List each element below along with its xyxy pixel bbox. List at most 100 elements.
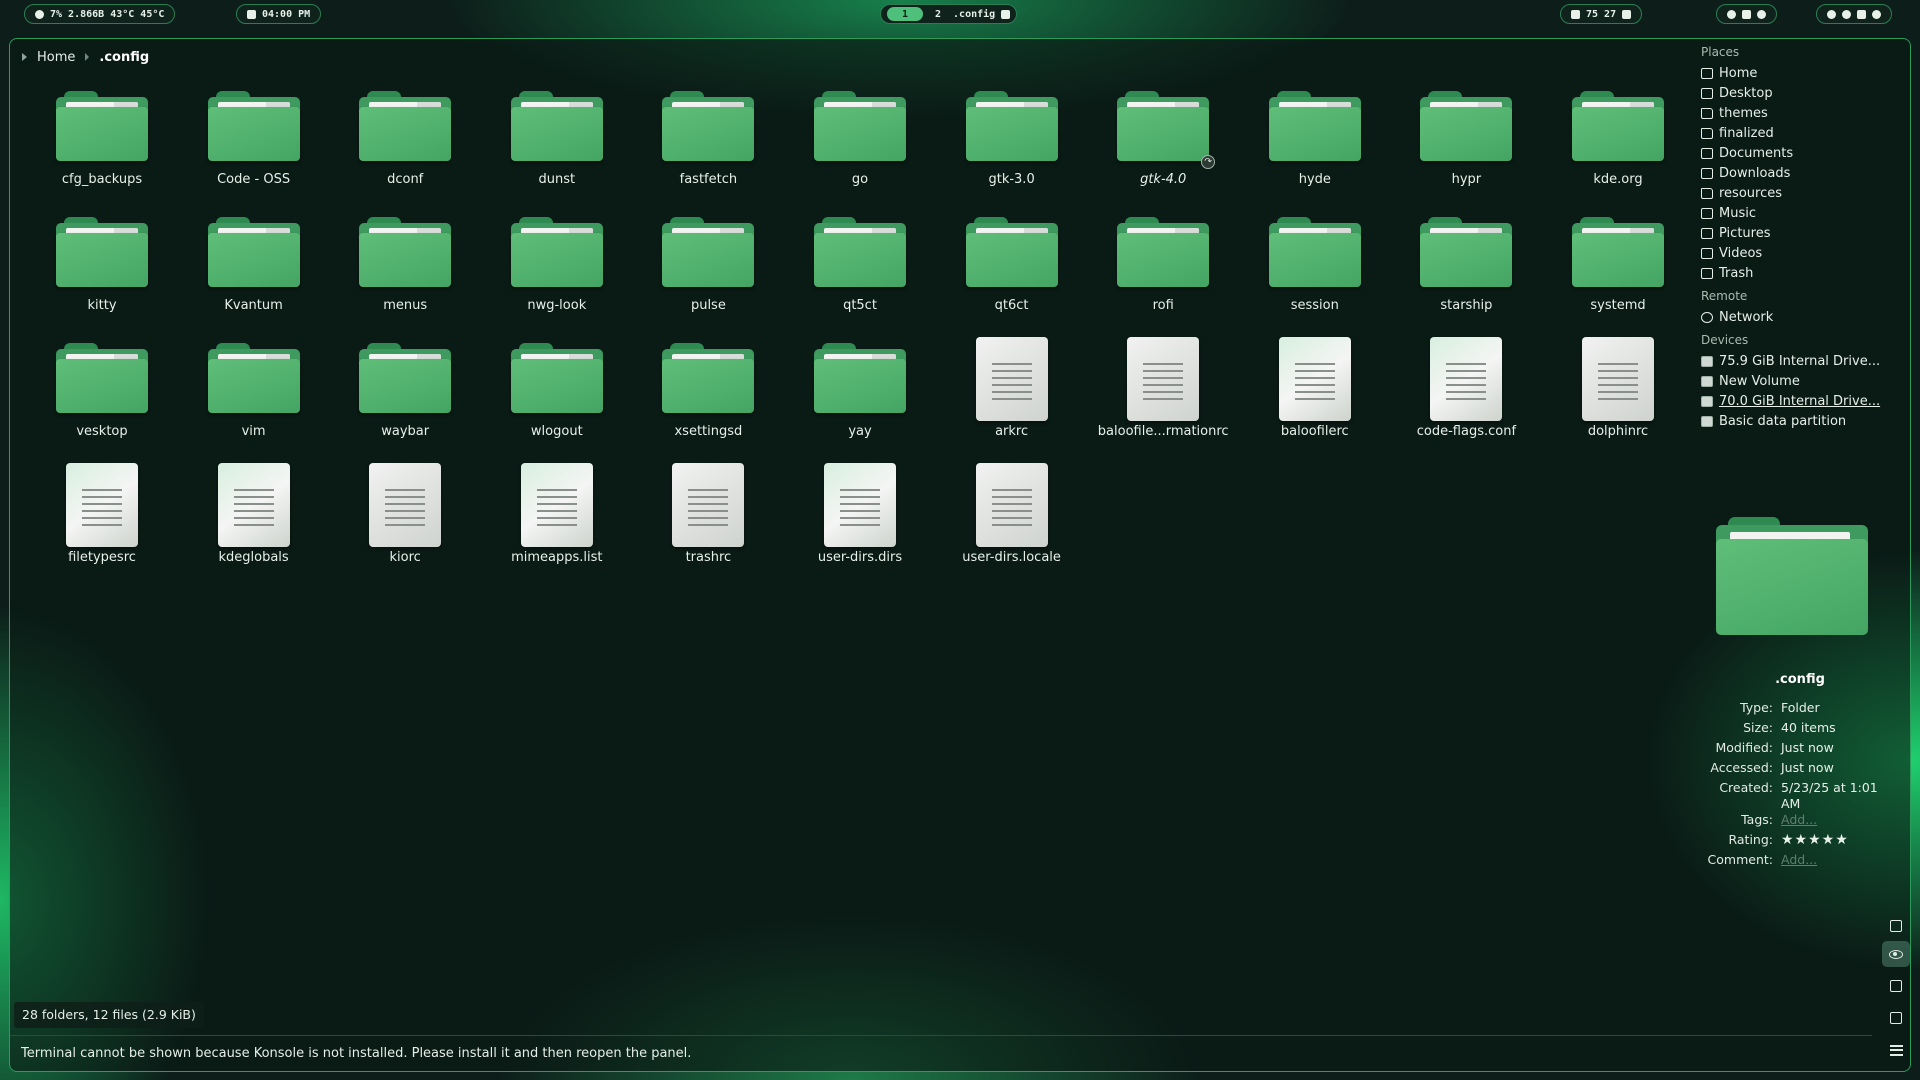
info-name: .config xyxy=(1775,672,1825,687)
folder-item[interactable]: dunst xyxy=(482,81,632,201)
breadcrumb-expand-icon[interactable] xyxy=(22,53,27,61)
places-item-finalized[interactable]: finalized xyxy=(1700,123,1910,143)
folder-item[interactable]: ↷ gtk-4.0 xyxy=(1088,81,1238,201)
file-item[interactable]: filetypesrc xyxy=(27,459,177,579)
places-item-downloads[interactable]: Downloads xyxy=(1700,163,1910,183)
device-item-75-9-gib-internal-drive[interactable]: 75.9 GiB Internal Drive... xyxy=(1700,351,1910,371)
folder-item[interactable]: xsettingsd xyxy=(633,333,783,453)
system-stats-pill[interactable]: 7% 2.866B 43°C 45°C xyxy=(24,4,176,24)
folder-item[interactable]: go xyxy=(785,81,935,201)
folder-item[interactable]: Code - OSS xyxy=(179,81,329,201)
panel-toggle-button[interactable] xyxy=(1882,913,1910,939)
folder-item[interactable]: session xyxy=(1240,207,1390,327)
home-icon xyxy=(1701,67,1713,79)
file-item[interactable]: baloofilerc xyxy=(1240,333,1390,453)
folder-item[interactable]: rofi xyxy=(1088,207,1238,327)
device-item-basic-data-partition[interactable]: Basic data partition xyxy=(1700,411,1910,431)
folder-item[interactable]: cfg_backups xyxy=(27,81,177,201)
item-label: xsettingsd xyxy=(674,424,743,439)
folder-item[interactable]: waybar xyxy=(330,333,480,453)
item-label: dconf xyxy=(387,172,424,187)
file-item[interactable]: mimeapps.list xyxy=(482,459,632,579)
tray-pill[interactable]: 75 27 xyxy=(1560,4,1643,24)
info-value: Folder xyxy=(1781,700,1820,715)
folder-item[interactable]: vim xyxy=(179,333,329,453)
breadcrumb-current[interactable]: .config xyxy=(99,50,149,65)
folder-item[interactable]: menus xyxy=(330,207,480,327)
places-item-resources[interactable]: resources xyxy=(1700,183,1910,203)
power-icon xyxy=(1872,9,1881,19)
place-label: themes xyxy=(1719,105,1768,121)
split-view-button[interactable] xyxy=(1882,1005,1910,1031)
item-label: gtk-3.0 xyxy=(988,172,1035,187)
file-item[interactable]: kiorc xyxy=(330,459,480,579)
power-pill[interactable] xyxy=(1816,4,1892,24)
place-label: Music xyxy=(1719,205,1756,221)
places-heading: Places xyxy=(1701,45,1740,59)
info-value: Just now xyxy=(1781,740,1834,755)
file-item[interactable]: user-dirs.locale xyxy=(937,459,1087,579)
file-item[interactable]: trashrc xyxy=(633,459,783,579)
places-item-trash[interactable]: Trash xyxy=(1700,263,1910,283)
item-label: wlogout xyxy=(530,424,583,439)
clock-pill[interactable]: 04:00 PM xyxy=(236,4,322,24)
file-item[interactable]: kdeglobals xyxy=(179,459,329,579)
info-value[interactable]: Add... xyxy=(1781,852,1901,872)
places-item-videos[interactable]: Videos xyxy=(1700,243,1910,263)
file-item[interactable]: user-dirs.dirs xyxy=(785,459,935,579)
folder-item[interactable]: wlogout xyxy=(482,333,632,453)
folder-item[interactable]: hypr xyxy=(1391,81,1541,201)
rating-stars[interactable]: ★★★★★ xyxy=(1781,832,1901,852)
folder-item[interactable]: Kvantum xyxy=(179,207,329,327)
device-item-70-0-gib-internal-drive[interactable]: 70.0 GiB Internal Drive... xyxy=(1700,391,1910,411)
file-item[interactable]: dolphinrc xyxy=(1543,333,1693,453)
item-label: waybar xyxy=(381,424,430,439)
workspace-1[interactable]: 1 xyxy=(887,7,923,21)
bluetooth-icon xyxy=(1757,9,1766,19)
folder-item[interactable]: gtk-3.0 xyxy=(937,81,1087,201)
text-file-icon xyxy=(975,463,1048,547)
trash-icon xyxy=(1701,267,1713,279)
folder-item[interactable]: systemd xyxy=(1543,207,1693,327)
folder-item[interactable]: pulse xyxy=(633,207,783,327)
file-item[interactable]: arkrc xyxy=(937,333,1087,453)
places-item-home[interactable]: Home xyxy=(1700,63,1910,83)
workspace-2[interactable]: 2 xyxy=(929,7,947,21)
places-item-desktop[interactable]: Desktop xyxy=(1700,83,1910,103)
media-pill[interactable] xyxy=(1716,4,1777,24)
folder-item[interactable]: dconf xyxy=(330,81,480,201)
folder-item[interactable]: nwg-look xyxy=(482,207,632,327)
file-item[interactable]: code-flags.conf xyxy=(1391,333,1541,453)
info-value[interactable]: Add... xyxy=(1781,812,1901,832)
preview-toggle-button[interactable] xyxy=(1882,941,1910,967)
places-item-pictures[interactable]: Pictures xyxy=(1700,223,1910,243)
folder-item[interactable]: kde.org xyxy=(1543,81,1693,201)
folder-icon: ↷ xyxy=(1117,91,1216,169)
menu-button[interactable] xyxy=(1882,1037,1910,1063)
places-item-documents[interactable]: Documents xyxy=(1700,143,1910,163)
place-label: Downloads xyxy=(1719,165,1791,181)
place-label: Pictures xyxy=(1719,225,1771,241)
item-label: qt6ct xyxy=(994,298,1029,313)
folder-item[interactable]: qt6ct xyxy=(937,207,1087,327)
system-stats: 7% 2.866B 43°C 45°C xyxy=(50,8,165,20)
new-folder-button[interactable] xyxy=(1882,973,1910,999)
item-label: kitty xyxy=(87,298,117,313)
status-summary: 28 folders, 12 files (2.9 KiB) xyxy=(14,1002,204,1028)
places-item-music[interactable]: Music xyxy=(1700,203,1910,223)
folder-item[interactable]: starship xyxy=(1391,207,1541,327)
folder-item[interactable]: kitty xyxy=(27,207,177,327)
notification-icon xyxy=(1827,9,1836,19)
device-item-new-volume[interactable]: New Volume xyxy=(1700,371,1910,391)
place-label: Desktop xyxy=(1719,85,1773,101)
item-label: hyde xyxy=(1298,172,1331,187)
remote-item-network[interactable]: Network xyxy=(1700,307,1910,327)
folder-item[interactable]: hyde xyxy=(1240,81,1390,201)
folder-item[interactable]: fastfetch xyxy=(633,81,783,201)
folder-item[interactable]: yay xyxy=(785,333,935,453)
breadcrumb-home[interactable]: Home xyxy=(37,50,75,65)
folder-item[interactable]: vesktop xyxy=(27,333,177,453)
folder-item[interactable]: qt5ct xyxy=(785,207,935,327)
file-item[interactable]: baloofile...rmationrc xyxy=(1088,333,1238,453)
places-item-themes[interactable]: themes xyxy=(1700,103,1910,123)
